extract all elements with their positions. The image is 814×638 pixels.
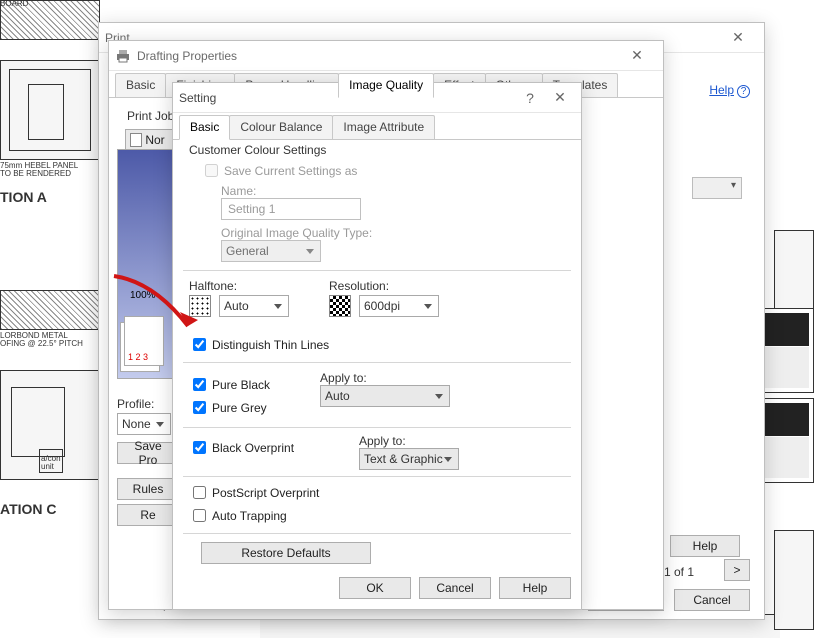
- document-icon: [130, 133, 142, 147]
- restore-defaults-button[interactable]: Restore Defaults: [201, 542, 371, 564]
- apply-to-combo-2[interactable]: Text & Graphic: [359, 448, 459, 470]
- close-icon[interactable]: ✕: [545, 84, 575, 112]
- oiqt-combo: General: [221, 240, 321, 262]
- resolution-pattern-icon: [329, 295, 351, 317]
- help-link[interactable]: Help?: [709, 83, 750, 98]
- print-cancel-button[interactable]: Cancel: [674, 589, 750, 611]
- cancel-button[interactable]: Cancel: [419, 577, 491, 599]
- print-job-normal-button[interactable]: Nor: [125, 129, 177, 151]
- generic-dropdown[interactable]: [692, 177, 742, 199]
- re-button[interactable]: Re: [117, 504, 179, 526]
- help-icon: ?: [737, 85, 750, 98]
- halftone-label: Halftone:: [189, 279, 289, 293]
- save-current-settings-checkbox[interactable]: Save Current Settings as: [201, 161, 571, 180]
- preview-zoom: 100%: [130, 290, 156, 301]
- drafting-titlebar: Drafting Properties ✕: [109, 41, 663, 71]
- pure-black-checkbox[interactable]: Pure Black: [189, 375, 270, 394]
- black-overprint-checkbox[interactable]: Black Overprint: [189, 438, 309, 457]
- resolution-combo[interactable]: 600dpi: [359, 295, 439, 317]
- tab-image-quality[interactable]: Image Quality: [338, 73, 434, 98]
- help-button[interactable]: Help: [670, 535, 740, 557]
- halftone-combo[interactable]: Auto: [219, 295, 289, 317]
- apply-to-combo-1[interactable]: Auto: [320, 385, 450, 407]
- auto-trapping-checkbox[interactable]: Auto Trapping: [189, 506, 571, 525]
- postscript-overprint-checkbox[interactable]: PostScript Overprint: [189, 483, 571, 502]
- customer-colour-label: Customer Colour Settings: [189, 143, 571, 157]
- pure-grey-checkbox[interactable]: Pure Grey: [189, 398, 270, 417]
- setting-dialog: Setting ? ✕ Basic Colour Balance Image A…: [172, 82, 582, 610]
- close-icon[interactable]: ✕: [718, 24, 758, 52]
- close-icon[interactable]: ✕: [617, 42, 657, 70]
- apply-to-label-2: Apply to:: [359, 434, 459, 448]
- tab-image-attribute[interactable]: Image Attribute: [332, 115, 435, 139]
- drafting-title: Drafting Properties: [137, 49, 237, 63]
- profile-combo[interactable]: None: [117, 413, 171, 435]
- printer-icon: [115, 48, 131, 64]
- ok-button[interactable]: OK: [339, 577, 411, 599]
- setting-help-button[interactable]: Help: [499, 577, 571, 599]
- rules-button[interactable]: Rules: [117, 478, 179, 500]
- preview-123: 1 2 3: [128, 352, 148, 362]
- setting-title: Setting: [179, 91, 216, 105]
- profile-label: Profile:: [117, 397, 154, 411]
- print-job-label: Print Job:: [127, 109, 178, 123]
- save-profile-button[interactable]: Save Pro: [117, 442, 179, 464]
- name-label: Name:: [221, 184, 571, 198]
- help-icon[interactable]: ?: [515, 84, 545, 112]
- tab-setting-basic[interactable]: Basic: [179, 115, 230, 140]
- print-preview: 100% 1 2 3: [117, 149, 175, 379]
- tab-basic[interactable]: Basic: [115, 73, 166, 97]
- halftone-pattern-icon: [189, 295, 211, 317]
- distinguish-thin-lines-checkbox[interactable]: Distinguish Thin Lines: [189, 335, 571, 354]
- oiqt-label: Original Image Quality Type:: [221, 226, 571, 240]
- apply-to-label-1: Apply to:: [320, 371, 450, 385]
- resolution-label: Resolution:: [329, 279, 439, 293]
- next-page-button[interactable]: >: [724, 559, 750, 581]
- tab-colour-balance[interactable]: Colour Balance: [229, 115, 333, 139]
- setting-name-input: [221, 198, 361, 220]
